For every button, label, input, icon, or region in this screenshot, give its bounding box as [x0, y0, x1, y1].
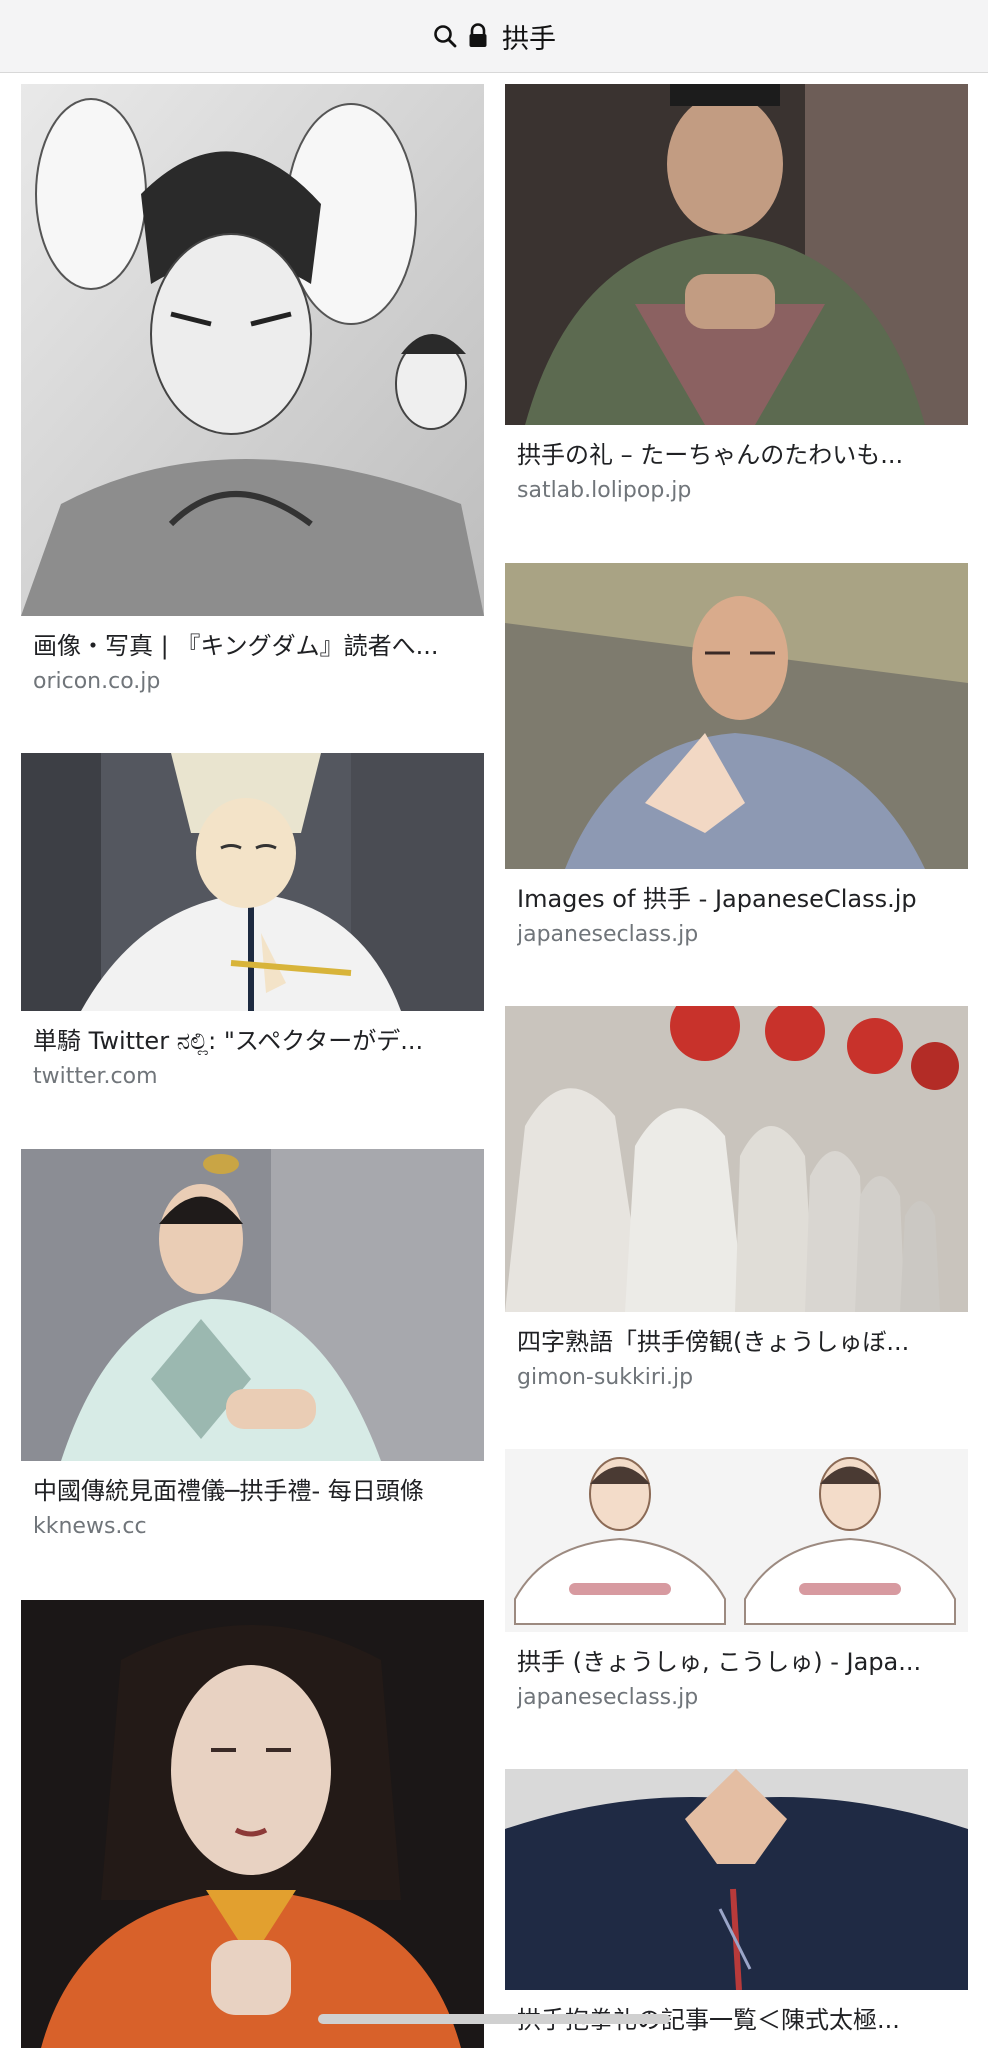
result-thumbnail[interactable]: [21, 84, 484, 616]
result-card[interactable]: 四字熟語「拱手傍観(きょうしゅぼ... gimon-sukkiri.jp: [505, 1006, 968, 1392]
result-thumbnail[interactable]: [505, 84, 968, 425]
result-card[interactable]: 拱手の礼 – たーちゃんのたわいも... satlab.lolipop.jp: [505, 84, 968, 505]
result-title[interactable]: 単騎 Twitter ನಲ್ಲಿ: "スペクターがデ...: [33, 1025, 472, 1057]
result-thumbnail[interactable]: [21, 1600, 484, 2048]
search-bar[interactable]: 拱手: [0, 0, 988, 73]
result-source: satlab.lolipop.jp: [517, 478, 692, 503]
result-title[interactable]: 四字熟語「拱手傍観(きょうしゅぼ...: [517, 1326, 956, 1358]
result-card[interactable]: 画像・写真 | 『キングダム』読者へ... oricon.co.jp: [21, 84, 484, 696]
result-source: twitter.com: [33, 1064, 158, 1089]
result-title[interactable]: 中國傳統見面禮儀─拱手禮- 每日頭條: [33, 1475, 472, 1507]
result-card[interactable]: 中國傳統見面禮儀─拱手禮- 每日頭條 kknews.cc: [21, 1149, 484, 1541]
result-source: japaneseclass.jp: [517, 1685, 699, 1710]
result-title[interactable]: Images of 拱手 - JapaneseClass.jp: [517, 883, 956, 915]
search-icon: [432, 23, 458, 49]
result-thumbnail[interactable]: [505, 1449, 968, 1632]
result-thumbnail[interactable]: [21, 753, 484, 1011]
result-source: gimon-sukkiri.jp: [517, 1365, 694, 1390]
result-thumbnail[interactable]: [505, 1006, 968, 1312]
result-source: kknews.cc: [33, 1514, 147, 1539]
result-card[interactable]: Images of 拱手 - JapaneseClass.jp japanese…: [505, 563, 968, 949]
result-title[interactable]: 拱手の礼 – たーちゃんのたわいも...: [517, 439, 956, 471]
lock-icon: [468, 23, 488, 49]
result-title[interactable]: 拱手 (きょうしゅ, こうしゅ) - Japa...: [517, 1646, 956, 1678]
home-indicator[interactable]: [318, 2014, 670, 2024]
result-card[interactable]: 拱手 (きょうしゅ, こうしゅ) - Japa... japaneseclass…: [505, 1449, 968, 1712]
result-thumbnail[interactable]: [505, 563, 968, 869]
result-thumbnail[interactable]: [21, 1149, 484, 1461]
result-card[interactable]: 拱手抱拳礼の記事一覧＜陳式太極...: [505, 1769, 968, 2036]
result-card[interactable]: 単騎 Twitter ನಲ್ಲಿ: "スペクターがデ... twitter.co…: [21, 753, 484, 1091]
result-thumbnail[interactable]: [505, 1769, 968, 1990]
result-source: japaneseclass.jp: [517, 922, 699, 947]
result-title[interactable]: 画像・写真 | 『キングダム』読者へ...: [33, 630, 472, 662]
result-card[interactable]: [21, 1600, 484, 2048]
result-source: oricon.co.jp: [33, 669, 161, 694]
search-query[interactable]: 拱手: [502, 17, 556, 56]
